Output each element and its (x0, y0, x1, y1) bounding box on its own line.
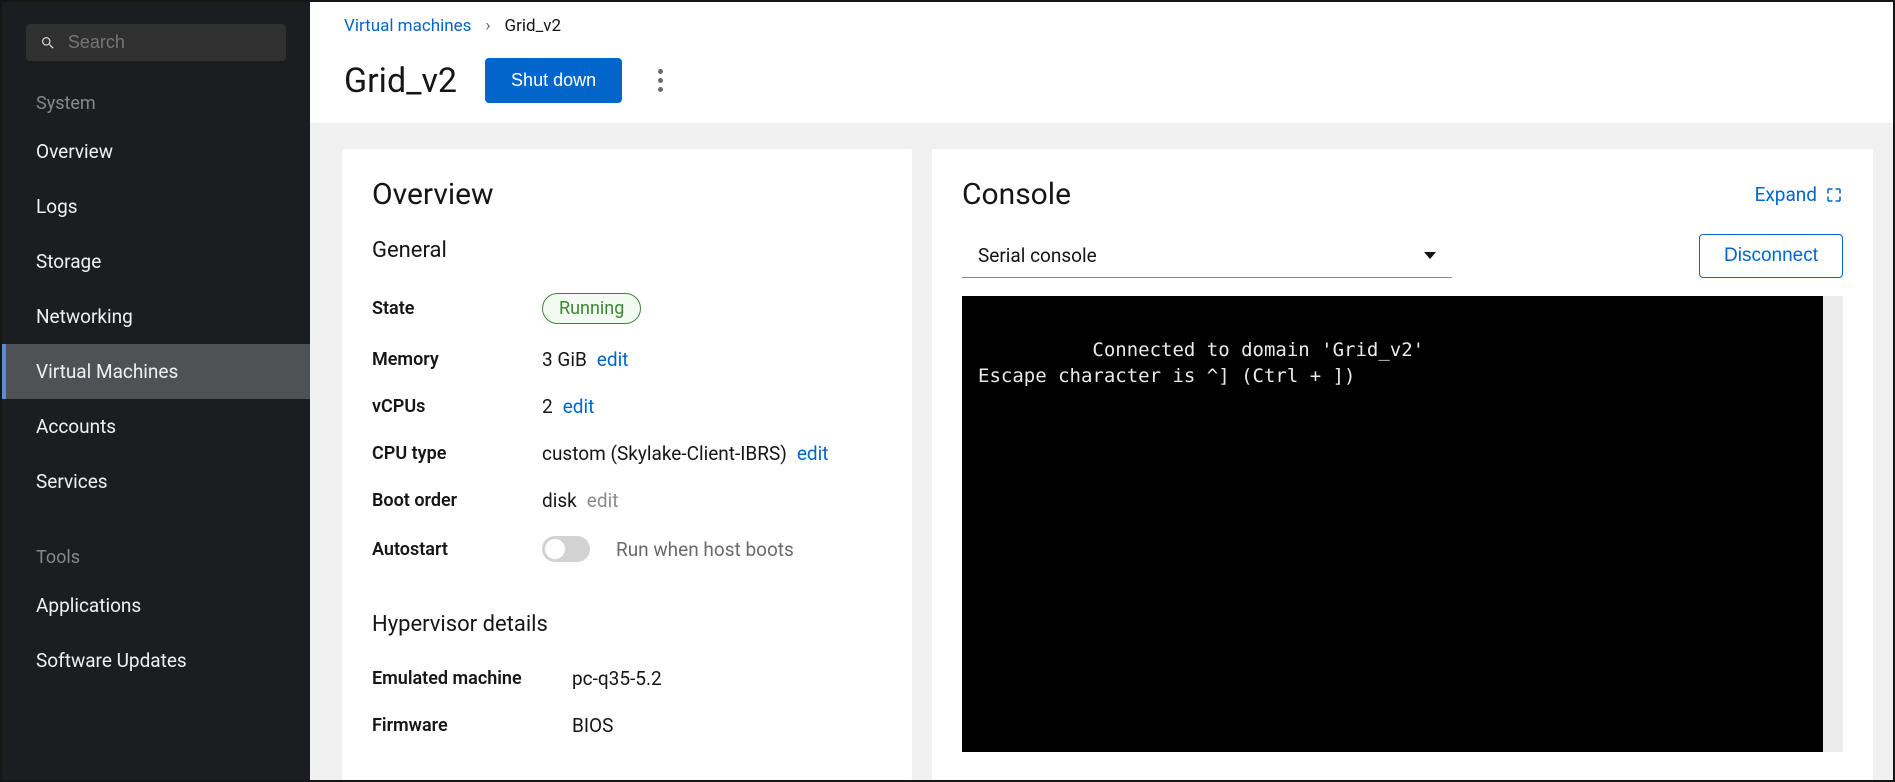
cpu-type-label: CPU type (372, 443, 542, 464)
firmware-label: Firmware (372, 715, 572, 736)
sidebar-item-applications[interactable]: Applications (2, 578, 310, 633)
chevron-right-icon: › (485, 16, 490, 36)
main: Virtual machines › Grid_v2 Grid_v2 Shut … (310, 2, 1893, 780)
boot-order-edit-link: edit (587, 489, 619, 512)
sidebar: System Overview Logs Storage Networking … (2, 2, 310, 780)
nav-group-tools: Tools (2, 529, 310, 578)
boot-order-label: Boot order (372, 490, 542, 511)
search-input[interactable] (68, 32, 272, 53)
search-box[interactable] (26, 24, 286, 61)
console-card: Console Expand Serial console Disconnect… (932, 149, 1873, 780)
disconnect-button[interactable]: Disconnect (1699, 234, 1843, 278)
sidebar-item-virtual-machines[interactable]: Virtual Machines (2, 344, 310, 399)
general-section-title: General (372, 238, 882, 263)
console-type-select[interactable]: Serial console (962, 234, 1452, 278)
shutdown-button[interactable]: Shut down (485, 58, 622, 103)
cpu-type-edit-link[interactable]: edit (797, 442, 829, 465)
kebab-menu-icon[interactable] (650, 66, 670, 96)
state-label: State (372, 298, 542, 319)
console-title: Console (962, 177, 1071, 212)
overview-title: Overview (372, 177, 882, 212)
sidebar-item-storage[interactable]: Storage (2, 234, 310, 289)
expand-button[interactable]: Expand (1755, 183, 1843, 206)
sidebar-item-accounts[interactable]: Accounts (2, 399, 310, 454)
nav-group-system: System (2, 75, 310, 124)
chevron-down-icon (1424, 252, 1436, 259)
breadcrumb-parent[interactable]: Virtual machines (344, 16, 471, 36)
vcpus-edit-link[interactable]: edit (563, 395, 595, 418)
autostart-desc: Run when host boots (616, 538, 794, 561)
breadcrumb: Virtual machines › Grid_v2 (344, 16, 1859, 36)
page-title: Grid_v2 (344, 61, 457, 101)
sidebar-item-overview[interactable]: Overview (2, 124, 310, 179)
memory-label: Memory (372, 349, 542, 370)
vcpus-value: 2 (542, 395, 553, 418)
memory-edit-link[interactable]: edit (597, 348, 629, 371)
vcpus-label: vCPUs (372, 396, 542, 417)
emulated-machine-label: Emulated machine (372, 668, 572, 689)
sidebar-item-networking[interactable]: Networking (2, 289, 310, 344)
state-badge: Running (542, 293, 641, 324)
cpu-type-value: custom (Skylake-Client-IBRS) (542, 442, 787, 465)
console-type-value: Serial console (978, 244, 1097, 267)
overview-card: Overview General State Running Memory 3 … (342, 149, 912, 780)
search-icon (40, 34, 56, 52)
terminal-resize-handle[interactable] (1823, 732, 1843, 752)
sidebar-item-services[interactable]: Services (2, 454, 310, 509)
terminal-scrollbar[interactable] (1823, 296, 1843, 752)
console-terminal[interactable]: Connected to domain 'Grid_v2' Escape cha… (962, 296, 1843, 752)
memory-value: 3 GiB (542, 348, 587, 371)
autostart-label: Autostart (372, 539, 542, 560)
expand-label: Expand (1755, 183, 1817, 206)
hypervisor-section-title: Hypervisor details (372, 612, 882, 637)
boot-order-value: disk (542, 489, 577, 512)
autostart-toggle[interactable] (542, 536, 590, 562)
breadcrumb-current: Grid_v2 (505, 16, 562, 36)
firmware-value: BIOS (572, 714, 613, 737)
emulated-machine-value: pc-q35-5.2 (572, 667, 662, 690)
expand-icon (1825, 186, 1843, 204)
sidebar-item-software-updates[interactable]: Software Updates (2, 633, 310, 688)
sidebar-item-logs[interactable]: Logs (2, 179, 310, 234)
header: Virtual machines › Grid_v2 Grid_v2 Shut … (310, 2, 1893, 123)
console-output: Connected to domain 'Grid_v2' Escape cha… (978, 339, 1424, 388)
